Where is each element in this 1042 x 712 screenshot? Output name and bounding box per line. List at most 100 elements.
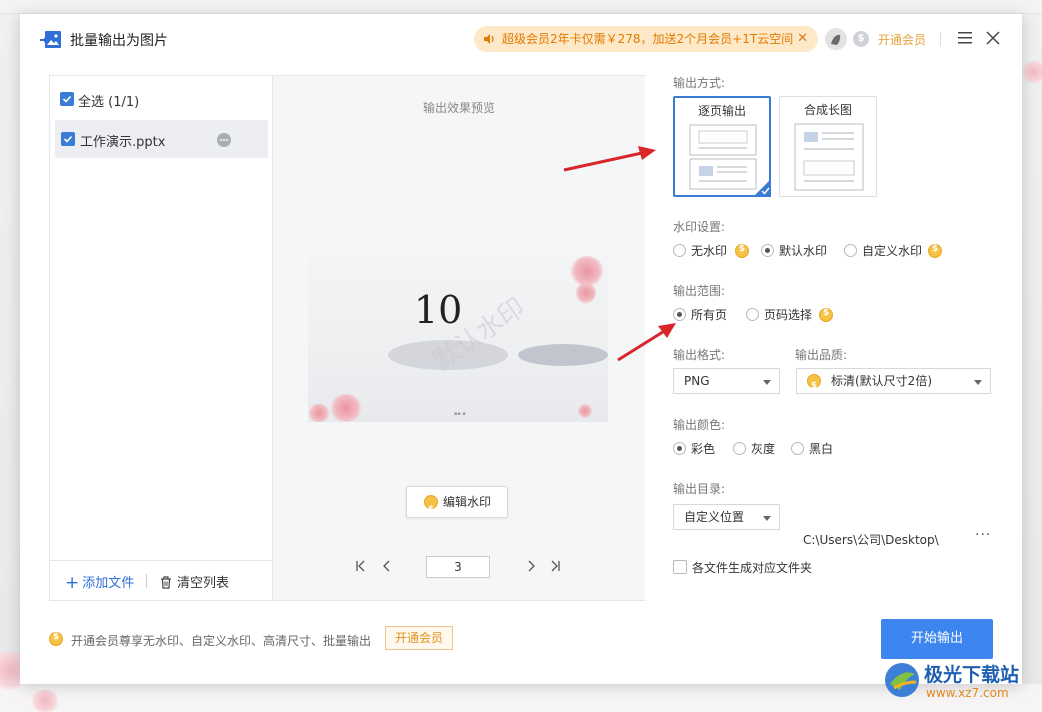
footer-divider	[146, 574, 147, 588]
vip-tip-text: 开通会员尊享无水印、自定义水印、高清尺寸、批量输出	[71, 634, 372, 648]
title-bar: 批量输出为图片 超级会员2年卡仅需￥278，加送2个月会员+1T云空间 ✕ $ …	[20, 14, 1022, 66]
background-blossom	[30, 690, 60, 712]
output-quality-label: 输出品质:	[795, 348, 848, 362]
page-by-page-icon	[689, 124, 757, 190]
select-all-checkbox[interactable]	[60, 92, 74, 106]
plus-icon: +	[65, 573, 80, 593]
radio-custom-watermark[interactable]	[844, 244, 857, 257]
page-select-label: 页码选择	[764, 308, 813, 322]
output-range-label: 输出范围:	[673, 284, 726, 298]
speaker-icon	[484, 34, 494, 44]
dir-mode-value: 自定义位置	[684, 510, 745, 524]
start-export-button[interactable]: 开始输出	[881, 619, 993, 659]
promo-text: 超级会员2年卡仅需￥278，加送2个月会员+1T云空间	[502, 32, 794, 46]
dialog-title: 批量输出为图片	[70, 33, 168, 49]
menu-icon[interactable]	[958, 32, 972, 44]
preview-label: 输出效果预览	[422, 101, 495, 115]
slide-blossom	[308, 404, 330, 422]
edit-watermark-button[interactable]: 编辑水印	[406, 486, 508, 525]
chevron-down-icon	[974, 380, 982, 385]
promo-banner[interactable]: 超级会员2年卡仅需￥278，加送2个月会员+1T云空间 ✕	[474, 26, 818, 52]
quality-select[interactable]: 标清(默认尺寸2倍)	[796, 368, 991, 398]
file-name: 工作演示.pptx	[80, 135, 166, 150]
promo-close-icon[interactable]: ✕	[797, 26, 808, 52]
slide-preview-image: 10 默认水印 ▪▪ ▪	[308, 254, 608, 422]
mode-long-image-label: 合成长图	[803, 103, 852, 117]
file-and-preview-panel: 全选 (1/1) 工作演示.pptx + 添加文件 清空列表 输出效果预览 10…	[49, 75, 645, 601]
watermark-options: 无水印 默认水印 自定义水印	[673, 242, 1003, 260]
select-all-label: 全选 (1/1)	[78, 95, 140, 110]
next-page-icon[interactable]	[523, 558, 539, 574]
color-options: 彩色 灰度 黑白	[673, 440, 1003, 458]
slide-footer-text: ▪▪ ▪	[454, 411, 466, 417]
subfolder-checkbox[interactable]	[673, 560, 687, 574]
watermark-label: 水印设置:	[673, 220, 726, 234]
vip-coin-icon	[928, 244, 942, 258]
open-vip-button[interactable]: 开通会员	[385, 626, 453, 650]
radio-default-watermark[interactable]	[761, 244, 774, 257]
subfolder-label: 各文件生成对应文件夹	[692, 561, 813, 575]
default-watermark-label: 默认水印	[779, 244, 828, 258]
chevron-down-icon	[763, 516, 771, 521]
radio-color[interactable]	[673, 442, 686, 455]
file-checkbox[interactable]	[61, 132, 75, 146]
no-watermark-label: 无水印	[691, 244, 728, 258]
site-logo-name: 极光下载站	[924, 664, 1020, 686]
mode-page-by-page[interactable]: 逐页输出	[673, 96, 771, 197]
settings-panel: 输出方式: 逐页输出 合成长图 水印设置: 无水印 $ 默认水印 自定义水印 $…	[673, 72, 1003, 592]
clear-list-label: 清空列表	[177, 576, 230, 591]
dir-mode-select[interactable]: 自定义位置	[673, 504, 780, 530]
output-mode-label: 输出方式:	[673, 76, 726, 90]
format-value: PNG	[684, 374, 710, 388]
quality-value: 标清(默认尺寸2倍)	[831, 374, 932, 388]
titlebar-divider	[940, 32, 941, 46]
site-logo-url: www.xz7.com	[926, 686, 1009, 700]
file-list: 全选 (1/1) 工作演示.pptx + 添加文件 清空列表	[50, 76, 273, 600]
page-number-input[interactable]: 3	[426, 556, 490, 578]
avatar[interactable]	[825, 28, 847, 50]
edit-watermark-label: 编辑水印	[443, 495, 492, 509]
clear-list-button[interactable]: 清空列表	[160, 572, 229, 591]
radio-grayscale[interactable]	[733, 442, 746, 455]
grayscale-label: 灰度	[751, 442, 776, 456]
add-file-button[interactable]: + 添加文件	[65, 572, 135, 593]
vip-coin-icon	[735, 244, 749, 258]
slide-mountain	[518, 344, 608, 366]
slide-blossom	[576, 282, 596, 304]
output-dir-path: C:\Users\公司\Desktop\	[803, 533, 939, 547]
site-logo-icon	[885, 663, 919, 697]
open-vip-link[interactable]: 开通会员	[878, 31, 926, 48]
radio-page-select[interactable]	[746, 308, 759, 321]
vip-coin-icon	[807, 374, 821, 398]
prev-page-icon[interactable]	[379, 558, 395, 574]
vip-coin-icon	[424, 495, 438, 525]
mode-long-image[interactable]: 合成长图	[779, 96, 877, 197]
mode-page-by-page-label: 逐页输出	[697, 104, 746, 118]
format-select[interactable]: PNG	[673, 368, 780, 394]
background-blossom	[1022, 60, 1042, 84]
browse-dir-button[interactable]: ···	[975, 527, 991, 543]
page-navigator: 3	[273, 556, 645, 580]
long-image-icon	[794, 123, 864, 191]
custom-watermark-label: 自定义水印	[862, 244, 923, 258]
more-options-icon[interactable]	[217, 133, 231, 147]
selected-check-icon	[753, 179, 771, 197]
output-color-label: 输出颜色:	[673, 418, 726, 432]
first-page-icon[interactable]	[353, 558, 369, 574]
radio-black-white[interactable]	[791, 442, 804, 455]
last-page-icon[interactable]	[547, 558, 563, 574]
trash-icon	[161, 576, 171, 589]
all-pages-label: 所有页	[691, 308, 728, 322]
batch-export-dialog: 批量输出为图片 超级会员2年卡仅需￥278，加送2个月会员+1T云空间 ✕ $ …	[20, 14, 1022, 684]
add-file-label: 添加文件	[82, 576, 135, 591]
preview-area: 输出效果预览 10 默认水印 ▪▪ ▪ 编辑水印 3	[273, 76, 645, 600]
close-icon[interactable]	[986, 31, 1000, 45]
radio-no-watermark[interactable]	[673, 244, 686, 257]
image-export-icon	[40, 31, 61, 48]
radio-all-pages[interactable]	[673, 308, 686, 321]
chevron-down-icon	[763, 380, 771, 385]
range-options: 所有页 页码选择	[673, 306, 1003, 324]
slide-blossom	[578, 404, 592, 418]
list-item[interactable]: 工作演示.pptx	[55, 120, 268, 158]
output-format-label: 输出格式:	[673, 348, 726, 362]
